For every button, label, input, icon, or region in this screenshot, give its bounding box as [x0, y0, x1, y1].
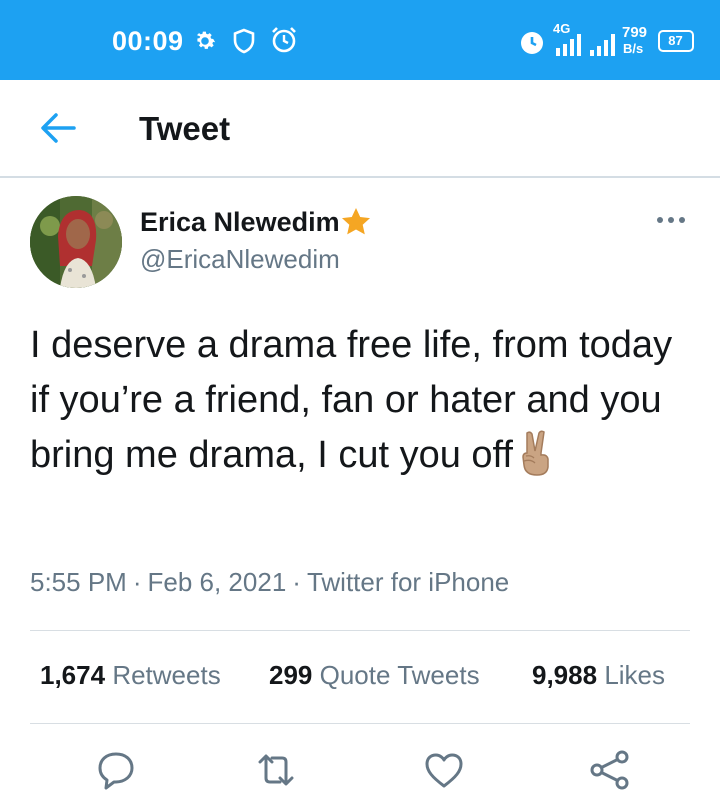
- divider: [30, 723, 690, 724]
- retweets-label: Retweets: [112, 660, 221, 690]
- retweets-stat[interactable]: 1,674 Retweets: [40, 660, 221, 691]
- victory-hand-icon: [522, 430, 549, 476]
- tweet-time: 5:55 PM: [30, 567, 127, 597]
- alarm-icon: [521, 32, 543, 54]
- network-speed-unit: B/s: [623, 41, 644, 56]
- star-icon: [342, 208, 370, 235]
- like-icon[interactable]: [422, 748, 466, 792]
- separator: ·: [132, 567, 142, 597]
- share-icon[interactable]: [588, 748, 632, 792]
- tweet-meta: 5:55 PM · Feb 6, 2021 · Twitter for iPhone: [30, 567, 509, 598]
- likes-stat[interactable]: 9,988 Likes: [532, 660, 665, 691]
- reply-icon[interactable]: [94, 748, 138, 792]
- signal-icon: [556, 34, 581, 56]
- status-time: 00:09: [112, 26, 184, 56]
- retweets-count: 1,674: [40, 660, 106, 690]
- app-header: Tweet: [0, 80, 720, 178]
- likes-label: Likes: [604, 660, 666, 690]
- arrow-left-icon[interactable]: [38, 110, 78, 146]
- author-name[interactable]: Erica Nlewedim: [140, 207, 340, 238]
- tweet-text: I deserve a drama free life, from today …: [30, 318, 700, 483]
- avatar[interactable]: [30, 196, 122, 288]
- shield-icon: [233, 28, 255, 54]
- network-speed-value: 799: [622, 24, 648, 41]
- divider: [30, 630, 690, 631]
- quotes-label: Quote Tweets: [319, 660, 480, 690]
- more-options-icon[interactable]: [655, 210, 687, 230]
- quotes-count: 299: [269, 660, 313, 690]
- signal-icon: [590, 34, 615, 56]
- gear-icon: [196, 31, 216, 49]
- quotes-stat[interactable]: 299 Quote Tweets: [269, 660, 480, 691]
- battery-icon: 87: [658, 30, 694, 52]
- likes-count: 9,988: [532, 660, 598, 690]
- tweet-actions: [0, 748, 720, 794]
- tweet-date: Feb 6, 2021: [147, 567, 287, 597]
- retweet-icon[interactable]: [254, 748, 298, 792]
- author-handle[interactable]: @EricaNlewedim: [140, 244, 340, 275]
- separator: ·: [292, 567, 301, 597]
- alarm-icon: [272, 27, 296, 53]
- tweet-body-text: I deserve a drama free life, from today …: [30, 324, 673, 476]
- status-bar: 00:09 4G 799 B/s 87: [0, 0, 720, 80]
- page-title: Tweet: [139, 110, 231, 147]
- battery-level: 87: [668, 33, 683, 48]
- tweet-source[interactable]: Twitter for iPhone: [307, 567, 509, 597]
